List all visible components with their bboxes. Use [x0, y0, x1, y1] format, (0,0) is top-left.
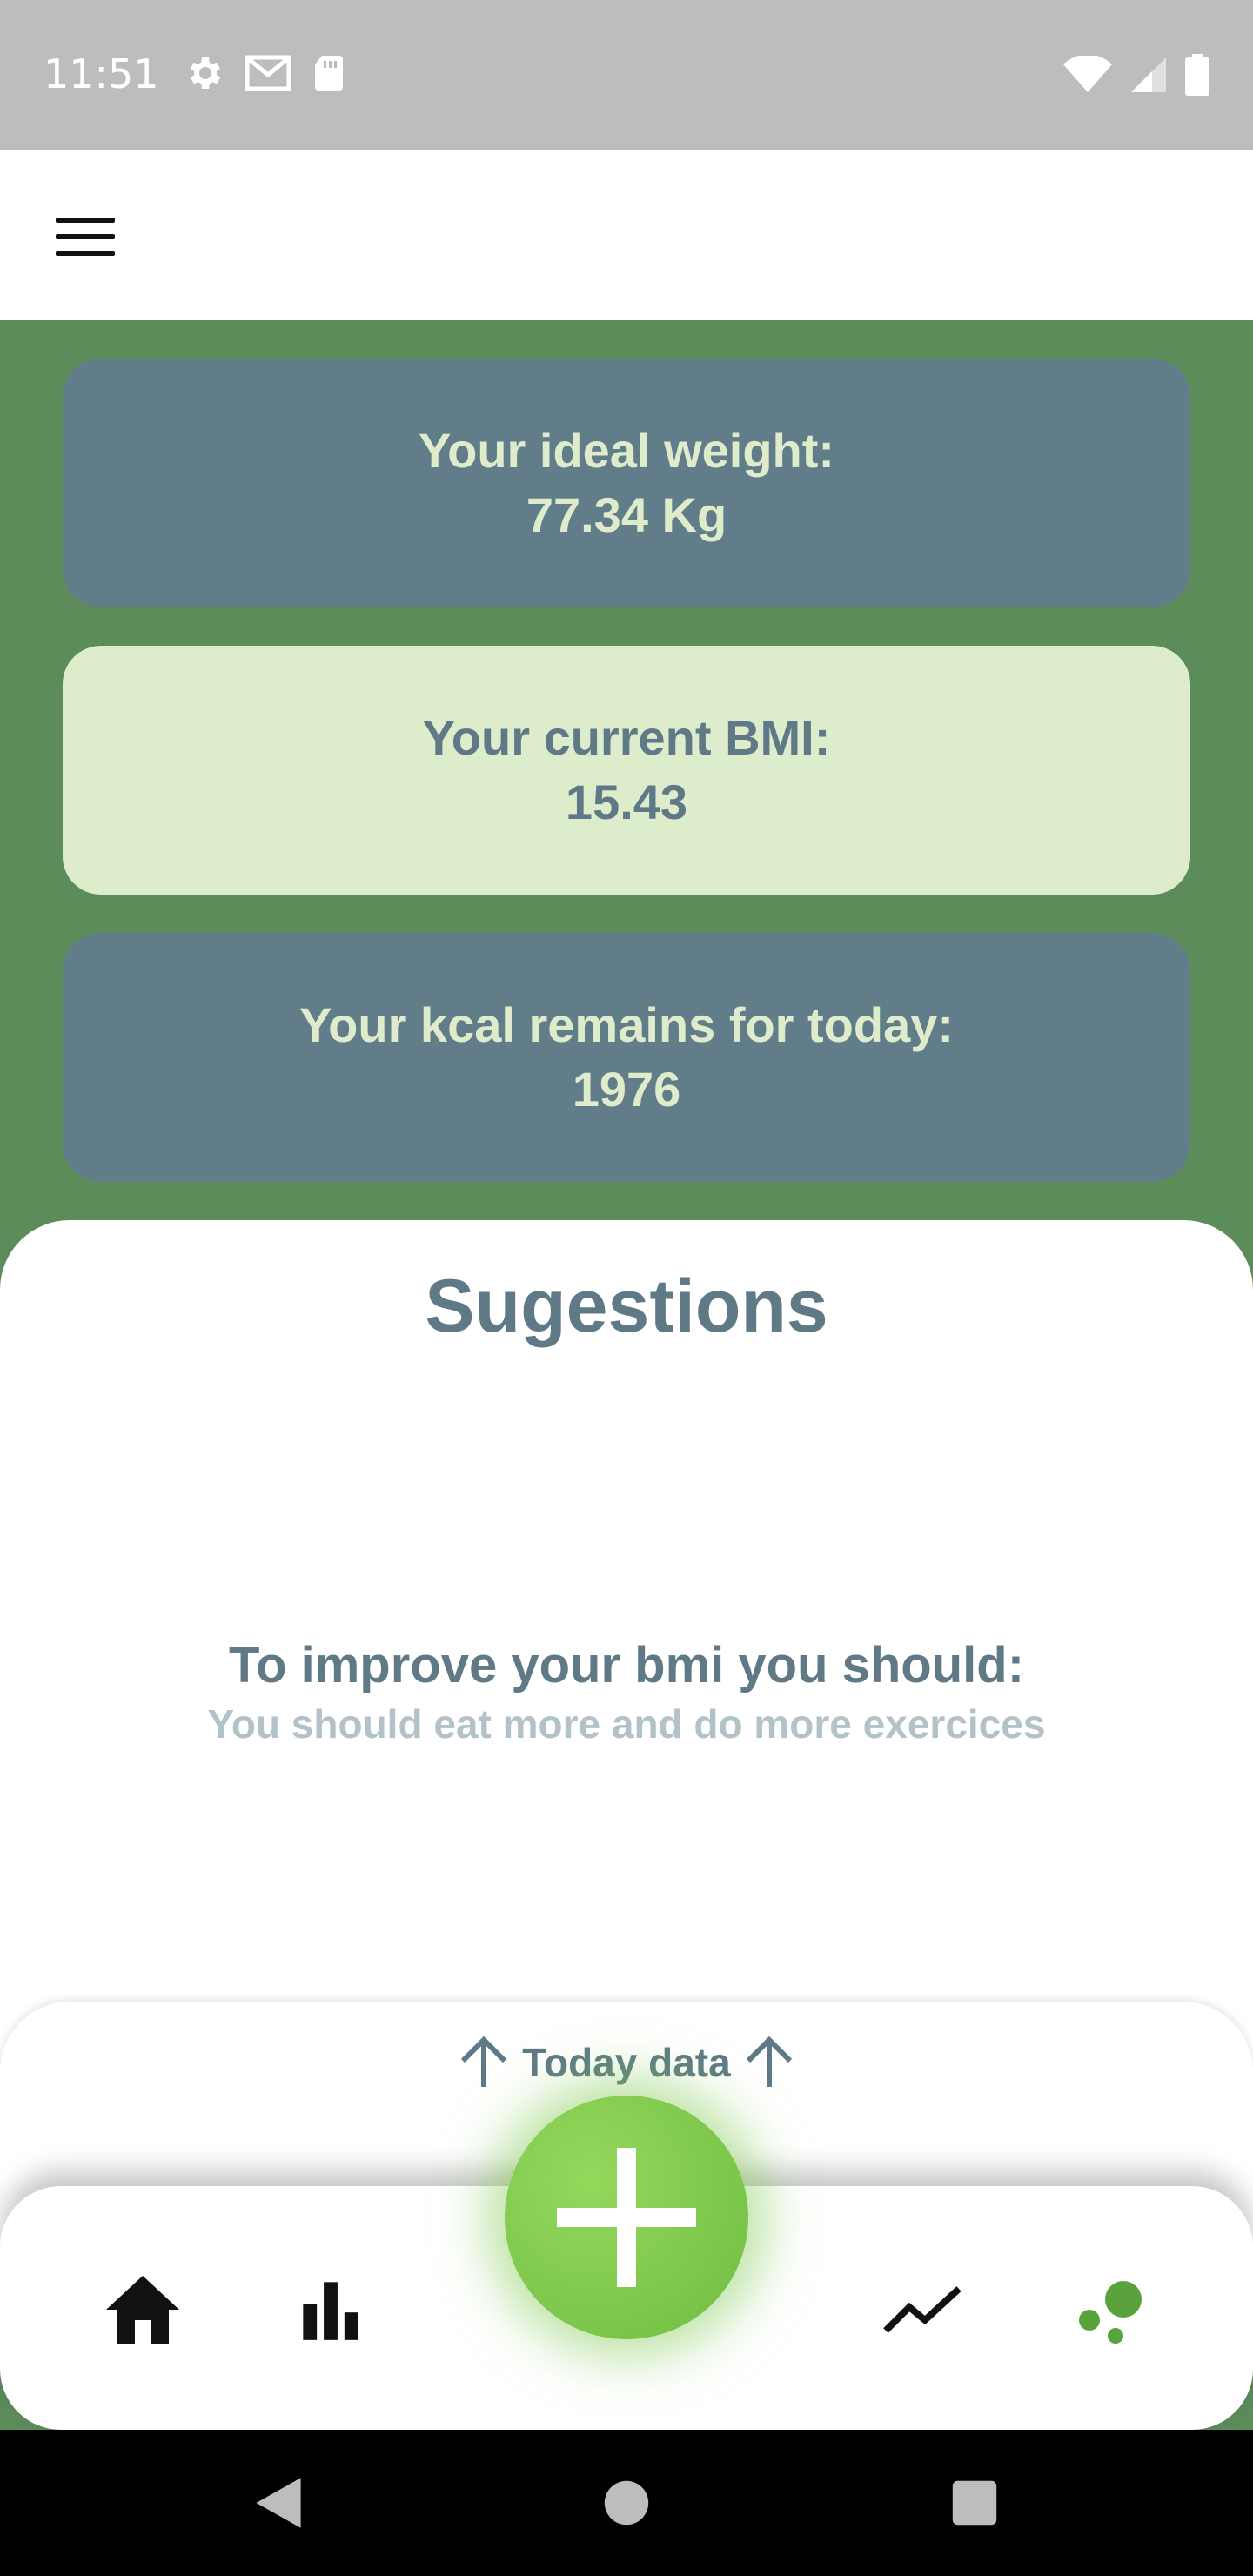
home-circle-icon — [604, 2480, 649, 2526]
nav-home[interactable] — [90, 2257, 195, 2362]
bubbles-icon — [1079, 2281, 1142, 2344]
plus-icon — [557, 2148, 696, 2287]
nav-bubbles[interactable] — [1058, 2257, 1163, 2362]
recents-icon — [952, 2480, 997, 2526]
system-navigation-bar — [0, 2430, 1253, 2576]
ideal-weight-value: 77.34 Kg — [526, 487, 727, 542]
status-system-icons — [1063, 54, 1209, 96]
current-bmi-value: 15.43 — [565, 775, 688, 829]
status-bar: 11:51 — [0, 0, 1253, 150]
status-time: 11:51 — [44, 50, 159, 97]
sd-card-icon — [315, 56, 343, 91]
suggestions-title: Sugestions — [425, 1265, 828, 1348]
ideal-weight-label: Your ideal weight: — [418, 423, 835, 478]
current-bmi-card: Your current BMI: 15.43 — [63, 646, 1190, 895]
today-data-label: Today data — [522, 2040, 731, 2085]
suggestions-panel: Sugestions To improve your bmi you shoul… — [0, 1220, 1253, 2090]
suggestions-text: You should eat more and do more exercice… — [207, 1701, 1046, 1747]
system-recents-button[interactable] — [940, 2468, 1009, 2538]
kcal-remains-label: Your kcal remains for today: — [298, 997, 955, 1052]
kcal-remains-value: 1976 — [572, 1062, 681, 1117]
battery-icon — [1185, 54, 1209, 96]
nav-trend[interactable] — [870, 2257, 975, 2362]
app-bar — [0, 150, 1253, 320]
menu-icon[interactable] — [50, 209, 120, 265]
arrow-up-icon — [461, 2036, 507, 2087]
signal-icon — [1131, 57, 1166, 92]
kcal-remains-card: Your kcal remains for today: 1976 — [63, 933, 1190, 1182]
nav-stats[interactable] — [278, 2257, 383, 2362]
gmail-icon — [245, 55, 291, 91]
current-bmi-label: Your current BMI: — [422, 710, 831, 765]
system-home-button[interactable] — [592, 2468, 661, 2538]
trend-icon — [883, 2286, 962, 2333]
today-data-handle[interactable]: Today data — [0, 2035, 1253, 2090]
bar-chart-icon — [303, 2282, 358, 2340]
add-button[interactable] — [505, 2096, 748, 2339]
settings-icon — [190, 57, 221, 89]
home-icon — [106, 2276, 179, 2344]
status-notification-icons — [183, 52, 346, 94]
arrow-up-icon — [746, 2036, 792, 2087]
wifi-icon — [1063, 56, 1112, 92]
back-icon — [256, 2478, 301, 2528]
system-back-button[interactable] — [244, 2468, 313, 2538]
ideal-weight-card: Your ideal weight: 77.34 Kg — [63, 359, 1190, 607]
suggestions-heading: To improve your bmi you should: — [228, 1637, 1025, 1694]
